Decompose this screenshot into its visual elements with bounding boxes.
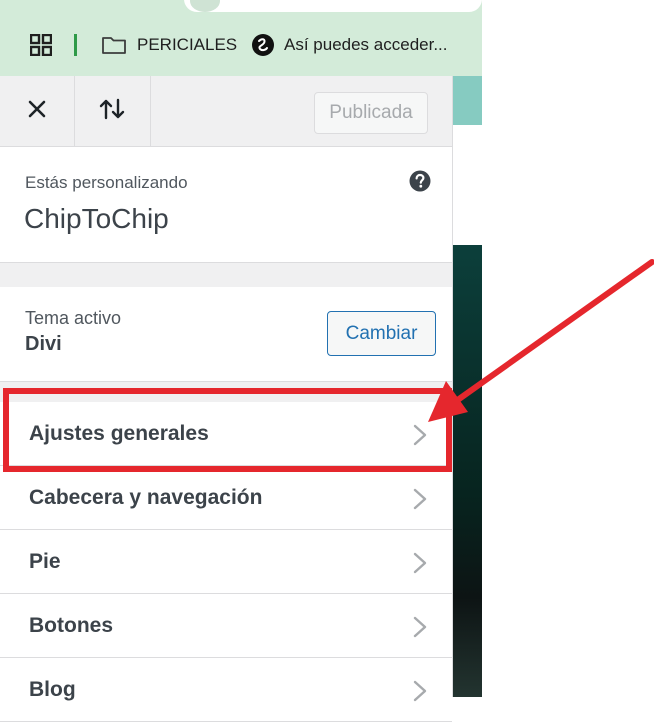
publish-button[interactable]: Publicada: [314, 92, 428, 134]
address-bar[interactable]: [184, 0, 482, 12]
section-pie[interactable]: Pie: [0, 530, 452, 594]
customizer-panel: Publicada Estás personalizando ChipToChi…: [0, 76, 453, 722]
info-kicker: Estás personalizando: [25, 173, 188, 192]
customizer-info: Estás personalizando ChipToChip: [0, 147, 452, 262]
section-divider: [0, 382, 452, 402]
bookmark-periciales[interactable]: PERICIALES: [137, 35, 237, 55]
folder-icon[interactable]: [101, 35, 127, 60]
customizer-sections: Ajustes generales Cabecera y navegación …: [0, 402, 452, 722]
site-title: ChipToChip: [24, 203, 169, 234]
section-label: Ajustes generales: [29, 422, 209, 445]
section-label: Pie: [29, 550, 61, 573]
close-button[interactable]: [0, 76, 75, 146]
chevron-right-icon: [412, 552, 428, 579]
bookmarks-bar: PERICIALES Así puedes acceder...: [0, 16, 482, 76]
apps-grid-icon[interactable]: [29, 33, 53, 61]
preview-header-strip: [452, 76, 482, 125]
bookmarks-separator: [74, 34, 77, 56]
bookmark-asi-puedes-acceder[interactable]: Así puedes acceder...: [284, 35, 448, 55]
help-icon[interactable]: [409, 170, 431, 197]
change-theme-button[interactable]: Cambiar: [327, 311, 436, 356]
section-ajustes-generales[interactable]: Ajustes generales: [0, 402, 452, 466]
chevron-right-icon: [412, 616, 428, 643]
reorder-button[interactable]: [74, 76, 151, 146]
active-theme: Tema activo Divi Cambiar: [0, 287, 452, 382]
chevron-right-icon: [412, 424, 428, 451]
section-label: Cabecera y navegación: [29, 486, 263, 509]
section-label: Botones: [29, 614, 113, 637]
section-divider: [0, 262, 452, 288]
section-botones[interactable]: Botones: [0, 594, 452, 658]
extension-icon[interactable]: [251, 33, 275, 62]
preview-hero-image: [452, 245, 482, 697]
active-theme-kicker: Tema activo: [25, 308, 122, 328]
chevron-right-icon: [412, 680, 428, 707]
customizer-header: Publicada: [0, 76, 452, 147]
section-blog[interactable]: Blog: [0, 658, 452, 722]
section-cabecera-y-navegacion[interactable]: Cabecera y navegación: [0, 466, 452, 530]
close-icon: [28, 100, 46, 123]
active-theme-name: Divi: [25, 333, 62, 355]
sort-arrows-icon: [98, 98, 126, 125]
section-label: Blog: [29, 678, 76, 701]
chevron-right-icon: [412, 488, 428, 515]
